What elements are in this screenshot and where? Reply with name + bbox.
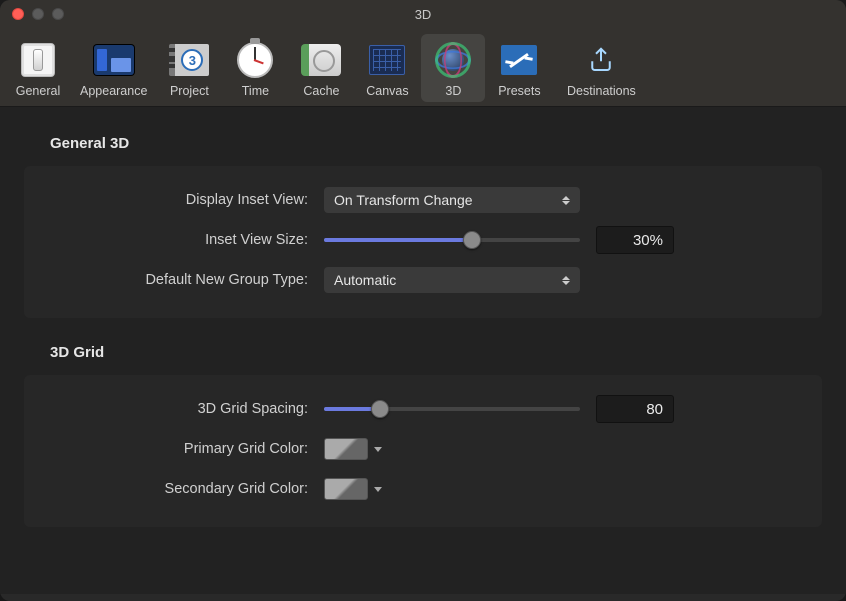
primary-grid-color-menu[interactable] (374, 447, 382, 452)
panel-general-3d: Display Inset View: On Transform Change … (24, 166, 822, 318)
tab-label: Time (242, 84, 269, 98)
row-3d-grid-spacing: 3D Grid Spacing: 80 (44, 389, 802, 429)
window-title: 3D (0, 7, 846, 22)
label: Secondary Grid Color: (44, 481, 324, 497)
label: Display Inset View: (44, 192, 324, 208)
panel-3d-grid: 3D Grid Spacing: 80 Primary Grid Color: (24, 375, 822, 527)
tab-destinations[interactable]: Destinations (553, 34, 649, 102)
primary-grid-color-well[interactable] (324, 438, 368, 460)
inset-view-size-slider[interactable] (324, 230, 580, 250)
tab-label: Cache (303, 84, 339, 98)
label: Primary Grid Color: (44, 441, 324, 457)
3d-icon (433, 40, 473, 80)
window-controls (12, 8, 64, 20)
grid-spacing-value[interactable]: 80 (596, 395, 674, 423)
section-general-3d: General 3D Display Inset View: On Transf… (10, 135, 836, 318)
project-icon: 3 (169, 44, 209, 76)
titlebar: 3D (0, 0, 846, 28)
slider-thumb[interactable] (463, 231, 481, 249)
tab-presets[interactable]: Presets (487, 34, 551, 102)
row-secondary-grid-color: Secondary Grid Color: (44, 469, 802, 509)
tab-cache[interactable]: Cache (289, 34, 353, 102)
minimize-button[interactable] (32, 8, 44, 20)
label: 3D Grid Spacing: (44, 401, 324, 417)
general-icon (21, 43, 55, 77)
tab-label: Canvas (366, 84, 408, 98)
tab-label: Destinations (567, 84, 636, 98)
section-3d-grid: 3D Grid 3D Grid Spacing: 80 Primary Grid (10, 344, 836, 527)
section-title: General 3D (10, 135, 836, 166)
preferences-window: 3D General Appearance 3 Project Time Cac… (0, 0, 846, 601)
tab-label: Project (170, 84, 209, 98)
tab-3d[interactable]: 3D (421, 34, 485, 102)
tab-appearance[interactable]: Appearance (72, 34, 155, 102)
default-new-group-type-select[interactable]: Automatic (324, 267, 580, 293)
canvas-icon (369, 45, 405, 75)
cache-icon (301, 44, 341, 76)
slider-thumb[interactable] (371, 400, 389, 418)
prefs-toolbar: General Appearance 3 Project Time Cache … (0, 28, 846, 107)
tab-label: General (16, 84, 60, 98)
tab-canvas[interactable]: Canvas (355, 34, 419, 102)
share-icon (586, 45, 616, 75)
display-inset-view-select[interactable]: On Transform Change (324, 187, 580, 213)
tab-time[interactable]: Time (223, 34, 287, 102)
secondary-grid-color-menu[interactable] (374, 487, 382, 492)
row-inset-view-size: Inset View Size: 30% (44, 220, 802, 260)
presets-icon (501, 45, 537, 75)
select-value: On Transform Change (334, 192, 473, 208)
chevron-updown-icon (562, 276, 570, 285)
close-button[interactable] (12, 8, 24, 20)
content-area: General 3D Display Inset View: On Transf… (0, 107, 846, 594)
section-title: 3D Grid (10, 344, 836, 375)
tab-general[interactable]: General (6, 34, 70, 102)
zoom-button[interactable] (52, 8, 64, 20)
tab-label: Presets (498, 84, 540, 98)
tab-project[interactable]: 3 Project (157, 34, 221, 102)
row-primary-grid-color: Primary Grid Color: (44, 429, 802, 469)
select-value: Automatic (334, 272, 396, 288)
row-default-new-group-type: Default New Group Type: Automatic (44, 260, 802, 300)
appearance-icon (94, 45, 134, 75)
row-display-inset-view: Display Inset View: On Transform Change (44, 180, 802, 220)
tab-label: Appearance (80, 84, 147, 98)
label: Inset View Size: (44, 232, 324, 248)
label: Default New Group Type: (44, 272, 324, 288)
chevron-updown-icon (562, 196, 570, 205)
inset-view-size-value[interactable]: 30% (596, 226, 674, 254)
secondary-grid-color-well[interactable] (324, 478, 368, 500)
grid-spacing-slider[interactable] (324, 399, 580, 419)
time-icon (237, 42, 273, 78)
tab-label: 3D (445, 84, 461, 98)
